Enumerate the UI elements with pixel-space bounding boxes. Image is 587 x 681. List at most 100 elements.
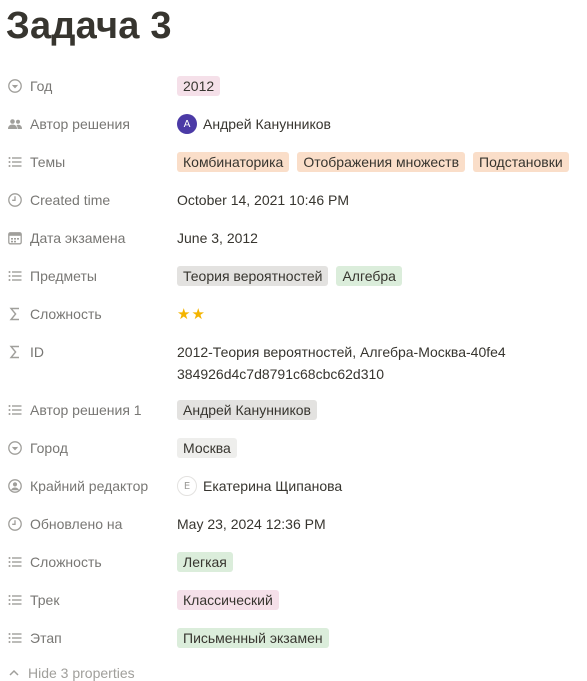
list-icon bbox=[7, 402, 23, 418]
property-value[interactable]: 2012-Теория вероятностей, Алгебра-Москва… bbox=[177, 341, 579, 385]
property-label: Дата экзамена bbox=[30, 230, 126, 246]
property-name[interactable]: Обновлено на bbox=[7, 513, 122, 535]
property-value[interactable]: ★★ bbox=[177, 303, 579, 325]
property-label: Темы bbox=[30, 154, 66, 170]
property-label: Трек bbox=[30, 592, 60, 608]
tag[interactable]: Подстановки bbox=[473, 152, 569, 172]
property-label: Сложность bbox=[30, 306, 102, 322]
property-row-updated[interactable]: Обновлено на May 23, 2024 12:36 PM bbox=[0, 505, 587, 543]
property-label: Год bbox=[30, 78, 53, 94]
property-value[interactable]: Классический bbox=[177, 589, 579, 611]
person-chip[interactable]: А Андрей Канунников bbox=[177, 114, 331, 134]
property-value[interactable]: Андрей Канунников bbox=[177, 399, 579, 421]
property-label: Created time bbox=[30, 192, 111, 208]
property-row-exam_date[interactable]: Дата экзамена June 3, 2012 bbox=[0, 219, 587, 257]
property-value[interactable]: Е Екатерина Щипанова bbox=[177, 475, 579, 497]
property-row-topics[interactable]: Темы Комбинаторика Отображения множеств Под… bbox=[0, 143, 587, 181]
person-name: Екатерина Щипанова bbox=[203, 478, 343, 494]
property-name[interactable]: Автор решения 1 bbox=[7, 399, 142, 421]
tag[interactable]: Комбинаторика bbox=[177, 152, 290, 172]
property-name[interactable]: Сложность bbox=[7, 303, 102, 325]
property-value[interactable]: June 3, 2012 bbox=[177, 227, 579, 249]
list-icon bbox=[7, 630, 23, 646]
hide-properties-label: Hide 3 properties bbox=[28, 665, 135, 681]
tag[interactable]: Андрей Канунников bbox=[177, 400, 317, 420]
property-row-formula_id[interactable]: ID 2012-Теория вероятностей, Алгебра-Моск… bbox=[0, 333, 587, 391]
property-name[interactable]: Крайний редактор bbox=[7, 475, 148, 497]
property-row-difficulty_formula[interactable]: Сложность ★★ bbox=[0, 295, 587, 333]
list-icon bbox=[7, 268, 23, 284]
tag[interactable]: Москва bbox=[177, 438, 237, 458]
property-row-subjects[interactable]: Предметы Теория вероятностей Алгебра bbox=[0, 257, 587, 295]
hide-properties-button[interactable]: Hide 3 properties bbox=[8, 665, 135, 681]
id-value: 2012-Теория вероятностей, Алгебра-Москва… bbox=[177, 344, 506, 382]
property-name[interactable]: ID bbox=[7, 341, 44, 363]
property-name[interactable]: Трек bbox=[7, 589, 59, 611]
property-label: Обновлено на bbox=[30, 516, 123, 532]
property-row-track[interactable]: Трек Классический bbox=[0, 581, 587, 619]
property-label: Этап bbox=[30, 630, 62, 646]
properties-list: Год 2012 Автор решения А Андрей Канунников Те… bbox=[0, 67, 587, 657]
tag[interactable]: Классический bbox=[177, 590, 279, 610]
property-row-editor[interactable]: Крайний редактор Е Екатерина Щипанова bbox=[0, 467, 587, 505]
person-circle-icon bbox=[7, 478, 23, 494]
person-chip[interactable]: Е Екатерина Щипанова bbox=[177, 476, 342, 496]
property-name[interactable]: Предметы bbox=[7, 265, 97, 287]
property-name[interactable]: Темы bbox=[7, 151, 65, 173]
property-name[interactable]: Год bbox=[7, 75, 52, 97]
property-name[interactable]: Сложность bbox=[7, 551, 102, 573]
property-name[interactable]: Город bbox=[7, 437, 68, 459]
property-name[interactable]: Этап bbox=[7, 627, 62, 649]
list-icon bbox=[7, 554, 23, 570]
tag[interactable]: Отображения множеств bbox=[297, 152, 466, 172]
property-label: Крайний редактор bbox=[30, 478, 149, 494]
property-row-stage[interactable]: Этап Письменный экзамен bbox=[0, 619, 587, 657]
value-text: May 23, 2024 12:36 PM bbox=[177, 516, 326, 532]
calendar-icon bbox=[7, 230, 23, 246]
chevron-up-icon bbox=[8, 667, 20, 679]
page: Задача 3 Год 2012 Автор решения А Андрей Кан… bbox=[0, 0, 587, 681]
property-value[interactable]: Москва bbox=[177, 437, 579, 459]
property-label: Город bbox=[30, 440, 68, 456]
property-label: Автор решения 1 bbox=[30, 402, 142, 418]
tag[interactable]: Легкая bbox=[177, 552, 233, 572]
clock-icon bbox=[7, 516, 23, 532]
avatar: А bbox=[177, 114, 197, 134]
tag[interactable]: Письменный экзамен bbox=[177, 628, 329, 648]
property-name[interactable]: Автор решения bbox=[7, 113, 130, 135]
select-icon bbox=[7, 78, 23, 94]
property-label: Автор решения bbox=[30, 116, 130, 132]
page-title[interactable]: Задача 3 bbox=[6, 4, 172, 48]
property-name[interactable]: Дата экзамена bbox=[7, 227, 125, 249]
people-icon bbox=[7, 116, 23, 132]
property-row-city[interactable]: Город Москва bbox=[0, 429, 587, 467]
property-value[interactable]: October 14, 2021 10:46 PM bbox=[177, 189, 579, 211]
clock-icon bbox=[7, 192, 23, 208]
rating-stars: ★★ bbox=[177, 306, 206, 323]
property-row-author[interactable]: Автор решения А Андрей Канунников bbox=[0, 105, 587, 143]
tag[interactable]: Теория вероятностей bbox=[177, 266, 329, 286]
value-text: October 14, 2021 10:46 PM bbox=[177, 192, 349, 208]
tag[interactable]: 2012 bbox=[177, 76, 221, 96]
tag[interactable]: Алгебра bbox=[336, 266, 402, 286]
property-value[interactable]: Комбинаторика Отображения множеств Подстан… bbox=[177, 151, 579, 173]
list-icon bbox=[7, 592, 23, 608]
property-value[interactable]: Легкая bbox=[177, 551, 579, 573]
property-row-year[interactable]: Год 2012 bbox=[0, 67, 587, 105]
property-value[interactable]: А Андрей Канунников bbox=[177, 113, 579, 135]
property-label: Сложность bbox=[30, 554, 102, 570]
list-icon bbox=[7, 154, 23, 170]
property-value[interactable]: Письменный экзамен bbox=[177, 627, 579, 649]
sigma-icon bbox=[7, 306, 23, 322]
property-row-created[interactable]: Created time October 14, 2021 10:46 PM bbox=[0, 181, 587, 219]
property-row-author1[interactable]: Автор решения 1 Андрей Канунников bbox=[0, 391, 587, 429]
property-value[interactable]: May 23, 2024 12:36 PM bbox=[177, 513, 579, 535]
property-name[interactable]: Created time bbox=[7, 189, 110, 211]
avatar: Е bbox=[177, 476, 197, 496]
select-icon bbox=[7, 440, 23, 456]
value-text: June 3, 2012 bbox=[177, 230, 258, 246]
property-value[interactable]: Теория вероятностей Алгебра bbox=[177, 265, 579, 287]
person-name: Андрей Канунников bbox=[203, 116, 331, 132]
property-value[interactable]: 2012 bbox=[177, 75, 579, 97]
property-row-difficulty[interactable]: Сложность Легкая bbox=[0, 543, 587, 581]
